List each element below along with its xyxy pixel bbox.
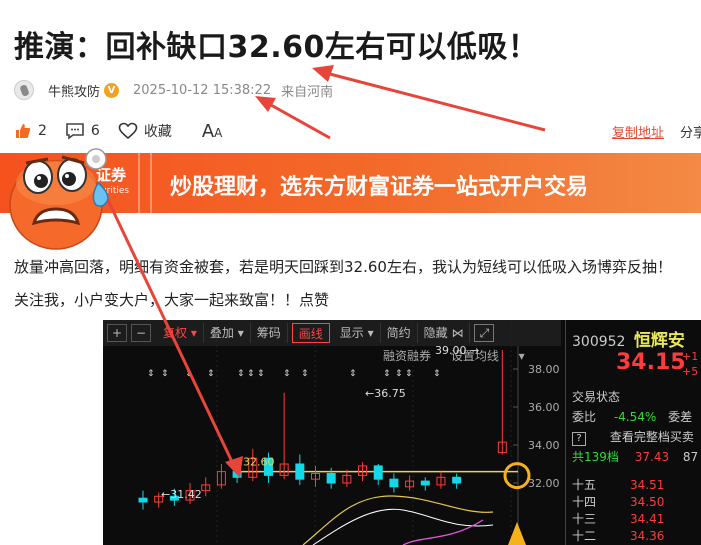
- candle-body: [452, 476, 462, 484]
- ma-line: [302, 495, 494, 545]
- signal-marker: ⇕: [161, 369, 169, 379]
- high-price-label: 39.00 →: [435, 344, 479, 357]
- orderbook-row: 十三 34.41: [572, 510, 664, 527]
- support-price-label: 32.60: [243, 456, 275, 469]
- orderbook-price: 34.50: [630, 495, 665, 509]
- queue-volume: 87: [682, 450, 699, 464]
- orderbook-row: 十五 34.51: [572, 476, 664, 493]
- banner-decor: [138, 153, 140, 213]
- queue-label: 共139档: [572, 450, 619, 464]
- thumbs-up-icon: [16, 124, 31, 138]
- orderbook-row: 十二 34.36: [572, 527, 664, 544]
- font-size-big-label: A: [201, 120, 215, 142]
- copy-link[interactable]: 复制地址: [612, 122, 664, 141]
- action-bar: 2 6 收藏 A A 复制地址 分享: [14, 120, 701, 142]
- signal-marker: ⇕: [349, 369, 357, 379]
- signal-marker: ⇕: [283, 369, 291, 379]
- trade-status: 交易状态: [572, 390, 621, 404]
- paragraph-1: 放量冲高回落，明细有资金被套，若是明天回踩到32.60左右，我认为短线可以低吸入…: [14, 258, 672, 276]
- signal-marker: ⇕: [185, 369, 193, 379]
- signal-marker: ⇕: [247, 369, 255, 379]
- queue-price: 37.43: [634, 450, 670, 464]
- heart-icon: [118, 122, 138, 140]
- banner-text: 炒股理财，选东方财富证券一站式开户交易: [170, 175, 589, 200]
- location: 来自河南: [281, 84, 334, 100]
- candle-body: [295, 463, 305, 480]
- orderbook-level: 十二: [572, 529, 597, 543]
- avatar[interactable]: [14, 80, 34, 100]
- orderbook-price: 34.36: [630, 529, 665, 543]
- queue-row: 共139档 37.43 87: [572, 448, 698, 465]
- orderbook-level: 十四: [572, 495, 597, 509]
- signal-marker: ⇕: [405, 369, 413, 379]
- peak-price-label: ←36.75: [365, 387, 406, 400]
- candle-body: [326, 473, 336, 484]
- candle-body: [420, 480, 430, 486]
- signal-marker: ⇕: [395, 369, 403, 379]
- candle-body: [373, 465, 383, 480]
- full-queue-row[interactable]: ? 查看完整档买卖: [572, 428, 694, 446]
- low-price-label: ←31.42: [161, 488, 202, 501]
- orderbook-level: 十三: [572, 512, 597, 526]
- y-tick-label: 38.00: [528, 363, 560, 376]
- signal-marker: ⇕: [207, 369, 215, 379]
- article-title: 推演：回补缺口32.60左右可以低吸！: [14, 30, 539, 65]
- signal-marker: ⇕: [433, 369, 441, 379]
- comment-button[interactable]: 6: [65, 122, 100, 140]
- orderbook-row: 十四 34.50: [572, 493, 664, 510]
- signal-marker: ⇕: [147, 369, 155, 379]
- candle-body: [138, 497, 148, 503]
- signal-marker: ⇕: [257, 369, 265, 379]
- price-change-pct: +5: [682, 365, 699, 378]
- quote-panel: 300952 恒辉安 34.15 +1 +5 交易状态 委比 -4.54% 委差…: [565, 320, 701, 545]
- stock-header: 300952 恒辉安: [572, 326, 685, 351]
- ma-line: [402, 519, 484, 545]
- comment-count: 6: [90, 123, 100, 139]
- weibi-label: 委比: [572, 410, 597, 424]
- verified-badge-icon: V: [104, 82, 120, 98]
- signal-marker: ⇕: [301, 369, 309, 379]
- favorite-button[interactable]: 收藏: [118, 121, 172, 141]
- orderbook-level: 十五: [572, 478, 597, 492]
- weibi-value: -4.54%: [613, 410, 657, 424]
- like-button[interactable]: 2: [14, 122, 47, 140]
- article-meta: 牛熊攻防 V 2025-10-12 15:38:22 来自河南: [14, 80, 333, 100]
- current-price: 34.15: [616, 350, 686, 375]
- full-queue-link[interactable]: 查看完整档买卖: [610, 430, 694, 444]
- publish-datetime: 2025-10-12 15:38:22: [133, 82, 272, 98]
- stock-name: 恒辉安: [633, 331, 685, 351]
- candle-body: [232, 471, 242, 478]
- orderbook-price: 34.51: [630, 478, 665, 492]
- weibi-row: 委比 -4.54% 委差: [572, 408, 692, 425]
- price-change: +1: [682, 350, 699, 363]
- author-name[interactable]: 牛熊攻防: [48, 81, 100, 100]
- stock-chart[interactable]: + − 复权 ▾ 叠加 ▾ 筹码 画线 显示 ▾ 简约 隐藏 ⋈ ⤢ 融资融券 …: [103, 320, 701, 545]
- orderbook-price: 34.41: [630, 512, 665, 526]
- kline-plot[interactable]: ⇕ ⇕ ⇕ ⇕ ⇕ ⇕ ⇕ ⇕ ⇕ ⇕ ⇕ ⇕ ⇕ ⇕ 38.0036.0034.0032.0039.00…: [103, 320, 565, 545]
- font-size-button[interactable]: A A: [202, 121, 223, 142]
- like-count: 2: [38, 123, 47, 139]
- share-button[interactable]: 分享: [680, 122, 701, 141]
- help-icon[interactable]: ?: [572, 432, 586, 446]
- signal-marker: ⇕: [237, 369, 245, 379]
- y-tick-label: 32.00: [528, 477, 560, 490]
- banner-decor: [150, 153, 152, 213]
- y-tick-label: 34.00: [528, 439, 560, 452]
- y-tick-label: 36.00: [528, 401, 560, 414]
- candle-body: [389, 478, 399, 488]
- weicha-label: 委差: [668, 410, 693, 424]
- stock-code: 300952: [572, 334, 626, 350]
- crying-emoji-sticker: [9, 148, 109, 250]
- font-size-small-label: A: [214, 125, 223, 140]
- signal-marker: ⇕: [383, 369, 391, 379]
- paragraph-2: 关注我，小户变大户，大家一起来致富！！点赞: [14, 291, 330, 309]
- comment-icon: [66, 123, 84, 140]
- favorite-label: 收藏: [143, 124, 172, 140]
- highlight-circle: [503, 462, 531, 490]
